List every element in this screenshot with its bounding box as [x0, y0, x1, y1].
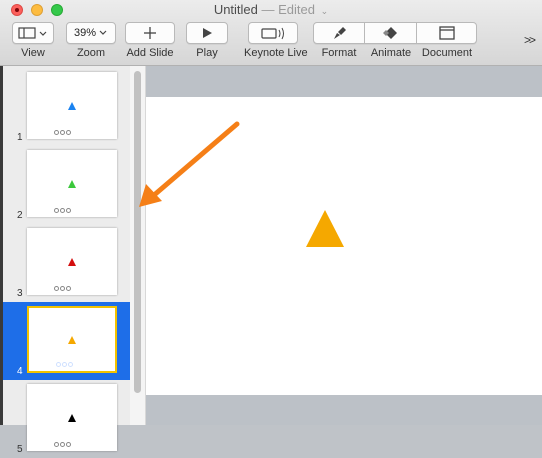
slide-preview	[27, 384, 117, 451]
triangle-shape	[68, 335, 76, 344]
slide-thumbnail-3[interactable]: 3	[3, 224, 130, 302]
triangle-shape	[68, 413, 76, 422]
document-name: Untitled	[213, 2, 258, 17]
add-slide-control: Add Slide	[125, 22, 175, 59]
inspector-labels: Format Animate Document	[313, 44, 477, 59]
slide-thumbnail-4[interactable]: 4	[3, 302, 130, 380]
slide-number: 5	[17, 444, 23, 455]
keynote-live-label: Keynote Live	[244, 47, 308, 59]
slide-preview	[27, 306, 117, 373]
build-indicator-icon	[54, 208, 71, 213]
plus-icon	[144, 27, 156, 39]
triangle-shape	[68, 101, 76, 110]
title-bar: Untitled — Edited ⌄ View 39% Zoom Add Sl…	[0, 0, 542, 66]
animate-label: Animate	[370, 47, 412, 59]
slide-thumbnail-5[interactable]: 5	[3, 380, 130, 458]
animate-icon	[382, 27, 397, 39]
keynote-live-icon	[261, 27, 284, 40]
format-button[interactable]	[313, 22, 365, 44]
view-control: View	[12, 22, 54, 59]
inspector-segmented-control	[313, 22, 477, 44]
paintbrush-icon	[334, 27, 346, 39]
animate-button[interactable]	[365, 22, 417, 44]
slide-canvas	[146, 66, 542, 425]
slide-number: 1	[17, 132, 23, 143]
slide-number: 4	[17, 366, 23, 377]
zoom-control: 39% Zoom	[66, 22, 116, 59]
triangle-shape	[68, 257, 76, 266]
zoom-label: Zoom	[76, 47, 106, 59]
build-indicator-icon	[54, 286, 71, 291]
document-button[interactable]	[417, 22, 477, 44]
scrollbar-thumb[interactable]	[134, 71, 141, 393]
format-label: Format	[321, 47, 357, 59]
slide-preview	[27, 150, 117, 217]
slide-preview	[27, 72, 117, 139]
keynote-live-control: Keynote Live	[244, 22, 308, 59]
play-control: Play	[186, 22, 228, 59]
navigator-scrollbar[interactable]	[130, 66, 146, 425]
play-icon	[203, 28, 212, 38]
slide-thumbnail-2[interactable]: 2	[3, 146, 130, 224]
view-button[interactable]	[12, 22, 54, 44]
play-label: Play	[196, 47, 218, 59]
toolbar-overflow-button[interactable]: >>	[524, 33, 536, 47]
title-menu-chevron-icon[interactable]: ⌄	[321, 6, 329, 16]
triangle-shape	[68, 179, 76, 188]
build-indicator-icon	[54, 442, 71, 447]
build-indicator-icon	[56, 362, 73, 367]
slide-navigator: 1 2 3 4 5	[3, 66, 130, 455]
document-label: Document	[421, 47, 473, 59]
slide-preview	[27, 228, 117, 295]
add-slide-button[interactable]	[125, 22, 175, 44]
edited-status: — Edited	[261, 2, 315, 17]
document-icon	[438, 26, 455, 40]
current-slide[interactable]	[146, 97, 542, 395]
build-indicator-icon	[54, 130, 71, 135]
chevron-down-icon	[99, 30, 107, 35]
inspector-controls: Format Animate Document	[313, 22, 477, 59]
window-title: Untitled — Edited ⌄	[0, 2, 542, 17]
play-button[interactable]	[186, 22, 228, 44]
add-slide-label: Add Slide	[126, 47, 174, 59]
view-icon	[18, 27, 47, 39]
slide-thumbnail-1[interactable]: 1	[3, 68, 130, 146]
zoom-value: 39%	[73, 27, 97, 39]
keynote-live-button[interactable]	[248, 22, 298, 44]
triangle-shape[interactable]	[306, 210, 344, 247]
zoom-select[interactable]: 39%	[66, 22, 116, 44]
view-label: View	[21, 47, 45, 59]
slide-number: 2	[17, 210, 23, 221]
slide-number: 3	[17, 288, 23, 299]
